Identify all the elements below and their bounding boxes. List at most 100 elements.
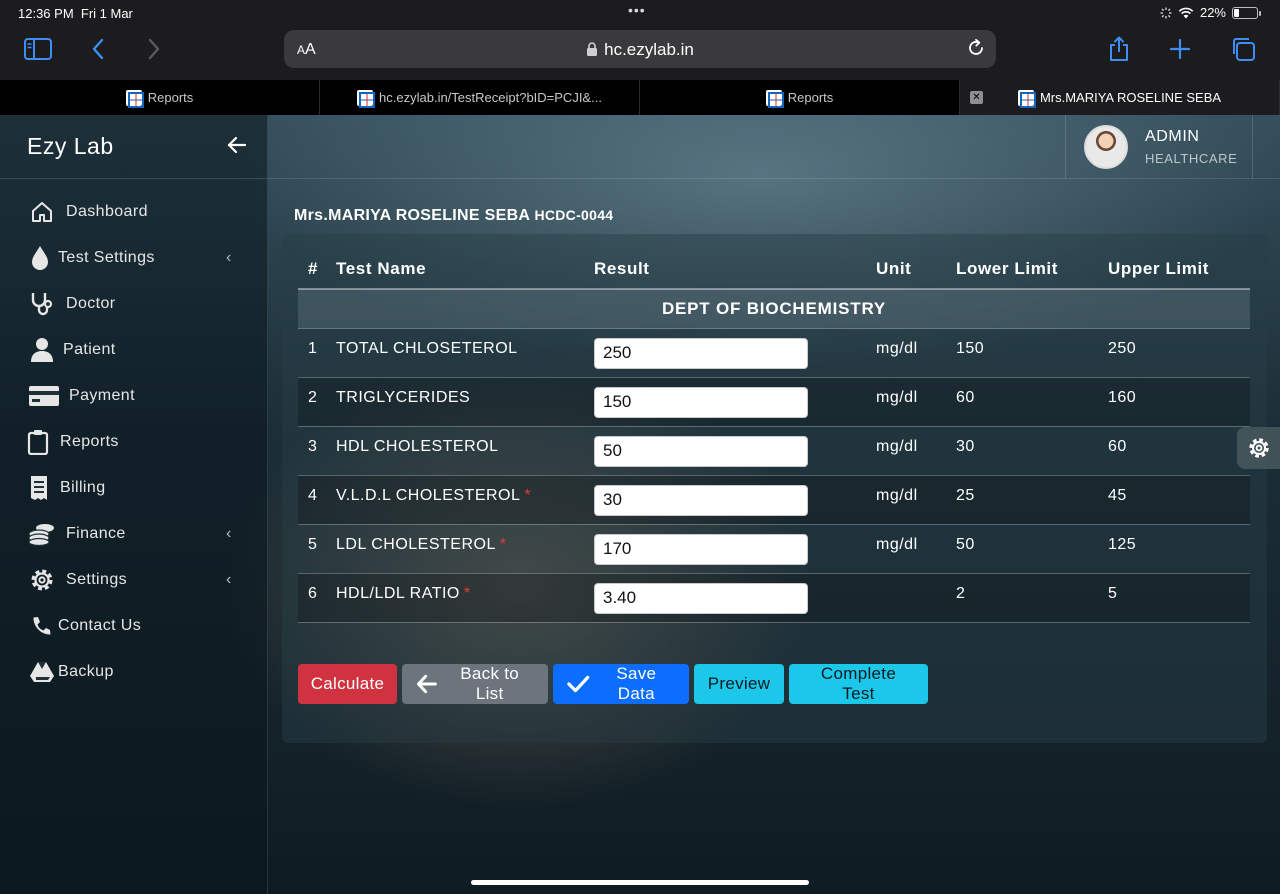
row-number: 6 [298, 573, 336, 623]
lower-limit: 30 [956, 426, 1108, 476]
stethoscope-icon [28, 292, 56, 316]
sidebar-toggle-icon[interactable] [20, 35, 56, 63]
lower-limit: 60 [956, 377, 1108, 427]
sidebar-item-finance[interactable]: Finance ‹ [0, 511, 267, 557]
patient-heading: Mrs.MARIYA ROSELINE SEBA HCDC-0044 [294, 207, 613, 225]
row-number: 3 [298, 426, 336, 476]
calculate-button[interactable]: Calculate [298, 664, 397, 704]
browser-tab-test-receipt[interactable]: hc.ezylab.in/TestReceipt?bID=PCJI&... [320, 80, 640, 115]
browser-tab-active[interactable]: ✕ Mrs.MARIYA ROSELINE SEBA [960, 80, 1280, 115]
back-to-list-button[interactable]: Back to List [402, 664, 548, 704]
row-number: 2 [298, 377, 336, 427]
share-icon[interactable] [1101, 35, 1137, 63]
drop-icon [26, 246, 54, 270]
lower-limit: 2 [956, 573, 1108, 623]
sidebar-item-contact-us[interactable]: Contact Us [0, 603, 267, 649]
department-label: DEPT OF BIOCHEMISTRY [298, 288, 1250, 329]
new-tab-icon[interactable] [1162, 35, 1198, 63]
result-input[interactable] [594, 484, 808, 516]
test-name: LDL CHOLESTEROL * [336, 524, 594, 574]
back-nav-icon[interactable] [80, 35, 116, 63]
check-icon [567, 675, 590, 693]
test-name: HDL/LDL RATIO * [336, 573, 594, 623]
sidebar-item-backup[interactable]: Backup [0, 649, 267, 695]
chevron-left-icon: ‹ [226, 249, 232, 266]
unit: mg/dl [876, 426, 956, 476]
sidebar-item-doctor[interactable]: Doctor [0, 281, 267, 327]
site-favicon-icon [357, 89, 376, 108]
upper-limit: 125 [1108, 524, 1250, 574]
patient-name: Mrs.MARIYA ROSELINE SEBA [294, 207, 530, 224]
row-number: 1 [298, 328, 336, 378]
result-entry-card: # Test Name Result Unit Lower Limit Uppe… [282, 234, 1267, 743]
required-marker: * [463, 584, 471, 602]
credit-card-icon [27, 384, 61, 408]
unit: mg/dl [876, 475, 956, 525]
drive-icon [28, 660, 56, 684]
app-topbar: ADMIN HEALTHCARE [268, 115, 1280, 179]
sidebar-item-dashboard[interactable]: Dashboard [0, 189, 267, 235]
brand-header: Ezy Lab [0, 115, 267, 179]
status-time: 12:36 PM Fri 1 Mar [18, 6, 133, 21]
department-row: DEPT OF BIOCHEMISTRY [298, 288, 1250, 329]
home-indicator[interactable] [471, 880, 809, 885]
battery-percent: 22% [1199, 5, 1226, 20]
app-root: Ezy Lab Dashboard Test Settings ‹ Doctor… [0, 115, 1280, 894]
close-tab-icon[interactable]: ✕ [970, 91, 983, 104]
required-marker: * [524, 486, 532, 504]
theme-settings-gear-button[interactable] [1237, 427, 1280, 469]
battery-icon [1232, 6, 1261, 19]
sidebar-item-payment[interactable]: Payment [0, 373, 267, 419]
sidebar-item-test-settings[interactable]: Test Settings ‹ [0, 235, 267, 281]
collapse-sidebar-icon[interactable] [226, 135, 248, 160]
save-data-button[interactable]: Save Data [553, 664, 689, 704]
site-favicon-icon [125, 89, 144, 108]
address-bar[interactable]: AA hc.ezylab.in [284, 30, 996, 68]
browser-toolbar: AA hc.ezylab.in [0, 26, 1280, 80]
multitask-dots[interactable]: ••• [628, 2, 646, 18]
preview-button[interactable]: Preview [694, 664, 784, 704]
result-input[interactable] [594, 435, 808, 467]
chevron-left-icon: ‹ [226, 571, 232, 588]
result-input[interactable] [594, 386, 808, 418]
row-number: 5 [298, 524, 336, 574]
result-input[interactable] [594, 582, 808, 614]
reload-icon[interactable] [966, 38, 986, 63]
lock-icon [587, 42, 598, 56]
browser-tab-reports-2[interactable]: Reports [640, 80, 960, 115]
site-favicon-icon [1017, 89, 1036, 108]
result-input[interactable] [594, 337, 808, 369]
unit: mg/dl [876, 377, 956, 427]
complete-test-button[interactable]: Complete Test [789, 664, 928, 704]
sidebar-item-settings[interactable]: Settings ‹ [0, 557, 267, 603]
required-marker: * [499, 535, 507, 553]
sidebar-item-patient[interactable]: Patient [0, 327, 267, 373]
chevron-left-icon: ‹ [226, 525, 232, 542]
unit: mg/dl [876, 524, 956, 574]
device-status-bar: 12:36 PM Fri 1 Mar ••• 22% [0, 0, 1280, 26]
forward-nav-icon[interactable] [136, 35, 172, 63]
result-cell [594, 426, 876, 476]
col-header-lower-limit: Lower Limit [956, 259, 1058, 278]
col-header-result: Result [594, 259, 650, 278]
col-header-number: # [308, 259, 319, 278]
browser-tab-reports-1[interactable]: Reports [0, 80, 320, 115]
sidebar: Ezy Lab Dashboard Test Settings ‹ Doctor… [0, 115, 268, 894]
unit [876, 573, 956, 623]
test-name: TOTAL CHLOSETEROL [336, 328, 594, 378]
result-input[interactable] [594, 533, 808, 565]
tab-overview-icon[interactable] [1225, 35, 1261, 63]
table-row: 6 HDL/LDL RATIO* 2 5 [298, 573, 1250, 623]
sidebar-item-reports[interactable]: Reports [0, 419, 267, 465]
sidebar-item-billing[interactable]: Billing [0, 465, 267, 511]
unit: mg/dl [876, 328, 956, 378]
coins-icon [28, 522, 56, 546]
table-row: 5 LDL CHOLESTEROL* mg/dl 50 125 [298, 524, 1250, 574]
activity-icon [1160, 7, 1172, 18]
clipboard-icon [24, 430, 52, 455]
user-profile[interactable]: ADMIN HEALTHCARE [1065, 115, 1253, 179]
upper-limit: 60 [1108, 426, 1250, 476]
result-cell [594, 328, 876, 378]
user-org: HEALTHCARE [1145, 151, 1238, 166]
col-header-test-name: Test Name [336, 259, 427, 278]
